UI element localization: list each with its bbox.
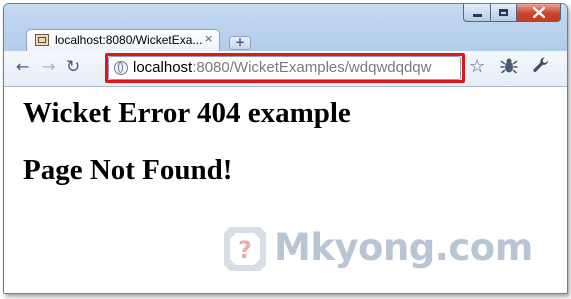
bug-extension-icon[interactable] bbox=[499, 56, 519, 81]
maximize-button[interactable] bbox=[491, 4, 517, 22]
forward-button[interactable]: → bbox=[42, 58, 55, 76]
address-highlight-box bbox=[105, 53, 465, 83]
minimize-button[interactable] bbox=[463, 4, 491, 22]
minimize-icon bbox=[472, 14, 482, 17]
reload-button[interactable]: ↻ bbox=[66, 58, 80, 76]
maximize-icon bbox=[499, 9, 508, 16]
back-button[interactable]: ← bbox=[16, 58, 29, 76]
watermark-text: Mkyong.com bbox=[274, 226, 533, 269]
watermark-logo-icon: ? bbox=[224, 227, 266, 271]
window-controls bbox=[463, 4, 561, 24]
close-icon bbox=[532, 7, 545, 18]
page-content: Wicket Error 404 example Page Not Found!… bbox=[4, 87, 567, 293]
wrench-icon bbox=[533, 57, 548, 72]
title-bar: localhost:8080/WicketExa... × + bbox=[4, 4, 567, 58]
page-subheading: Page Not Found! bbox=[23, 154, 233, 186]
browser-tab[interactable]: localhost:8080/WicketExa... × bbox=[26, 29, 220, 51]
tab-close-icon[interactable]: × bbox=[204, 32, 213, 45]
new-tab-button[interactable]: + bbox=[229, 36, 251, 50]
close-window-button[interactable] bbox=[517, 4, 561, 22]
bug-icon bbox=[500, 58, 518, 74]
svg-text:?: ? bbox=[238, 236, 252, 264]
page-icon bbox=[35, 34, 49, 46]
navigation-toolbar: ← → ↻ localhost:8080/WicketExamples/wdqw… bbox=[4, 51, 567, 87]
bookmark-star-icon[interactable]: ☆ bbox=[469, 56, 485, 77]
page-heading: Wicket Error 404 example bbox=[23, 97, 351, 129]
wrench-menu-icon[interactable] bbox=[532, 56, 550, 79]
browser-window: localhost:8080/WicketExa... × + ← → ↻ lo… bbox=[3, 3, 568, 294]
tab-title: localhost:8080/WicketExa... bbox=[55, 33, 203, 47]
